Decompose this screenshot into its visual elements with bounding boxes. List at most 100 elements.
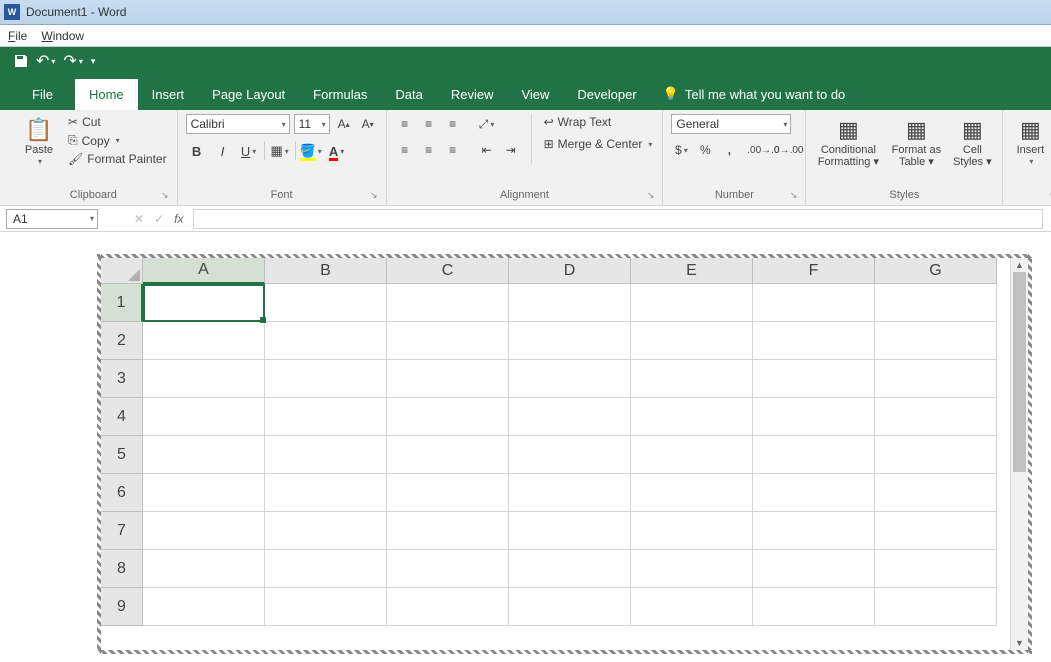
paste-button[interactable]: 📋 Paste ▾ xyxy=(18,114,60,167)
cell[interactable] xyxy=(143,398,265,436)
col-header-f[interactable]: F xyxy=(753,258,875,284)
cell[interactable] xyxy=(265,322,387,360)
save-icon[interactable] xyxy=(14,54,28,68)
scrollbar-thumb[interactable] xyxy=(1013,272,1026,472)
cell[interactable] xyxy=(875,398,997,436)
align-middle-icon[interactable]: ≡ xyxy=(419,114,439,134)
cell[interactable] xyxy=(753,360,875,398)
cell[interactable] xyxy=(509,284,631,322)
col-header-e[interactable]: E xyxy=(631,258,753,284)
tab-home[interactable]: Home xyxy=(75,79,138,110)
tab-view[interactable]: View xyxy=(507,79,563,110)
cell[interactable] xyxy=(265,284,387,322)
underline-button[interactable]: U▾ xyxy=(238,140,260,162)
decrease-decimal-icon[interactable]: .0→.00 xyxy=(777,140,797,160)
formula-input[interactable] xyxy=(193,209,1043,229)
insert-function-icon[interactable]: fx xyxy=(174,212,183,226)
cell[interactable] xyxy=(509,588,631,626)
cell[interactable] xyxy=(387,474,509,512)
cell[interactable] xyxy=(143,550,265,588)
font-size-combo[interactable]: 11▾ xyxy=(294,114,330,134)
cell[interactable] xyxy=(143,322,265,360)
align-bottom-icon[interactable]: ≡ xyxy=(443,114,463,134)
row-header-9[interactable]: 9 xyxy=(101,588,143,626)
undo-icon[interactable]: ↶▾ xyxy=(36,51,55,71)
increase-font-icon[interactable]: A▴ xyxy=(334,114,354,134)
cell[interactable] xyxy=(875,284,997,322)
col-header-a[interactable]: A xyxy=(143,258,265,284)
tab-insert[interactable]: Insert xyxy=(138,79,199,110)
col-header-g[interactable]: G xyxy=(875,258,997,284)
cell[interactable] xyxy=(631,284,753,322)
bold-button[interactable]: B xyxy=(186,140,208,162)
cell[interactable] xyxy=(875,512,997,550)
percent-format-icon[interactable]: % xyxy=(695,140,715,160)
menu-file[interactable]: File xyxy=(8,29,27,43)
enter-formula-icon[interactable]: ✓ xyxy=(154,212,164,226)
cell[interactable] xyxy=(631,436,753,474)
cell[interactable] xyxy=(509,322,631,360)
cell[interactable] xyxy=(387,322,509,360)
cancel-formula-icon[interactable]: ✕ xyxy=(134,212,144,226)
accounting-format-icon[interactable]: $▾ xyxy=(671,140,691,160)
merge-center-button[interactable]: ⊞Merge & Center▾ xyxy=(542,136,655,152)
cell[interactable] xyxy=(265,474,387,512)
cell[interactable] xyxy=(143,360,265,398)
cell[interactable] xyxy=(875,550,997,588)
cell[interactable] xyxy=(753,322,875,360)
tab-page-layout[interactable]: Page Layout xyxy=(198,79,299,110)
decrease-font-icon[interactable]: A▾ xyxy=(358,114,378,134)
orientation-icon[interactable]: ⤢▾ xyxy=(477,114,497,134)
cell[interactable] xyxy=(265,550,387,588)
tab-data[interactable]: Data xyxy=(381,79,436,110)
cell[interactable] xyxy=(753,436,875,474)
cell[interactable] xyxy=(631,322,753,360)
format-as-table-button[interactable]: ▦Format as Table ▾ xyxy=(888,114,944,168)
insert-cells-button[interactable]: ▦Insert▾ xyxy=(1011,114,1049,167)
cell[interactable] xyxy=(875,436,997,474)
cell[interactable] xyxy=(509,550,631,588)
comma-format-icon[interactable]: , xyxy=(719,140,739,160)
tab-developer[interactable]: Developer xyxy=(563,79,650,110)
cell[interactable] xyxy=(753,512,875,550)
row-header-3[interactable]: 3 xyxy=(101,360,143,398)
increase-indent-icon[interactable]: ⇥ xyxy=(501,140,521,160)
italic-button[interactable]: I xyxy=(212,140,234,162)
font-launcher-icon[interactable]: ↘ xyxy=(370,190,378,201)
cell[interactable] xyxy=(753,398,875,436)
col-header-c[interactable]: C xyxy=(387,258,509,284)
cell[interactable] xyxy=(509,398,631,436)
cell[interactable] xyxy=(387,284,509,322)
row-header-6[interactable]: 6 xyxy=(101,474,143,512)
font-family-combo[interactable]: Calibri▾ xyxy=(186,114,290,134)
cell[interactable] xyxy=(387,588,509,626)
cell[interactable] xyxy=(631,512,753,550)
row-header-4[interactable]: 4 xyxy=(101,398,143,436)
cell[interactable] xyxy=(265,360,387,398)
embedded-object-frame[interactable]: A B C D E F G 1 2 3 4 5 6 7 8 9 xyxy=(97,254,1032,654)
cell[interactable] xyxy=(387,550,509,588)
cell[interactable] xyxy=(143,588,265,626)
cell-a1[interactable] xyxy=(143,284,265,322)
cell-styles-button[interactable]: ▦Cell Styles ▾ xyxy=(950,114,994,168)
align-left-icon[interactable]: ≡ xyxy=(395,140,415,160)
alignment-launcher-icon[interactable]: ↘ xyxy=(647,190,655,201)
cell[interactable] xyxy=(631,360,753,398)
cell[interactable] xyxy=(265,512,387,550)
cell[interactable] xyxy=(143,436,265,474)
cell[interactable] xyxy=(631,474,753,512)
cell[interactable] xyxy=(631,588,753,626)
col-header-b[interactable]: B xyxy=(265,258,387,284)
cell[interactable] xyxy=(753,550,875,588)
font-color-button[interactable]: A▾ xyxy=(326,140,348,162)
menu-window[interactable]: Window xyxy=(41,29,84,43)
wrap-text-button[interactable]: ↩Wrap Text xyxy=(542,114,655,130)
tab-file[interactable]: File xyxy=(10,79,75,110)
cell[interactable] xyxy=(143,474,265,512)
cell[interactable] xyxy=(875,474,997,512)
format-painter-button[interactable]: 🖌Format Painter xyxy=(66,151,169,167)
cell[interactable] xyxy=(631,550,753,588)
borders-button[interactable]: ▦▾ xyxy=(269,140,291,162)
cell[interactable] xyxy=(265,398,387,436)
scroll-down-icon[interactable]: ▼ xyxy=(1011,636,1028,650)
